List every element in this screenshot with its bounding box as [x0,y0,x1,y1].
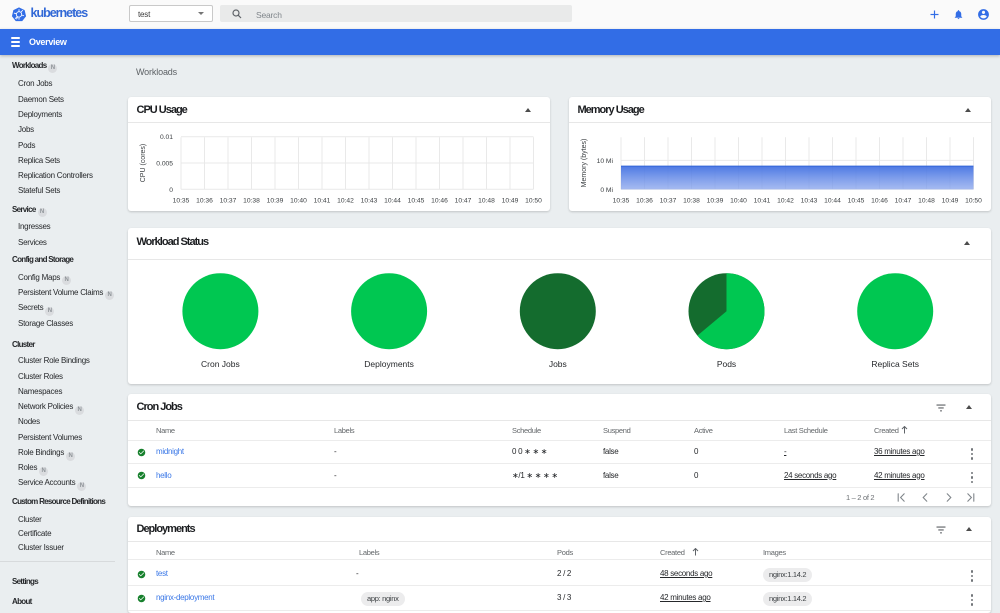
svg-text:10:39: 10:39 [707,198,724,205]
svg-text:0.005: 0.005 [156,161,173,168]
svg-text:0.01: 0.01 [160,134,173,141]
svg-text:10:49: 10:49 [502,198,519,205]
svg-text:10:41: 10:41 [314,198,331,205]
svg-text:10:48: 10:48 [478,198,495,205]
svg-text:10:37: 10:37 [660,198,677,205]
svg-text:0 Mi: 0 Mi [600,187,613,194]
svg-text:10:40: 10:40 [730,198,747,205]
svg-text:10:48: 10:48 [918,198,935,205]
svg-text:10:41: 10:41 [754,198,771,205]
svg-text:10:38: 10:38 [683,198,700,205]
svg-text:Memory (bytes): Memory (bytes) [581,139,588,188]
svg-text:10:47: 10:47 [455,198,472,205]
svg-text:CPU (cores): CPU (cores) [140,144,147,183]
svg-text:10:45: 10:45 [408,198,425,205]
svg-text:10:39: 10:39 [267,198,284,205]
svg-text:10:37: 10:37 [220,198,237,205]
svg-text:10:36: 10:36 [196,198,213,205]
svg-text:10:42: 10:42 [777,198,794,205]
svg-text:10:40: 10:40 [290,198,307,205]
svg-text:10:45: 10:45 [848,198,865,205]
svg-text:10 Mi: 10 Mi [597,158,614,165]
svg-text:10:47: 10:47 [895,198,912,205]
svg-text:10:46: 10:46 [431,198,448,205]
svg-text:10:50: 10:50 [525,198,542,205]
svg-text:10:38: 10:38 [243,198,260,205]
svg-text:10:49: 10:49 [942,198,959,205]
svg-text:10:36: 10:36 [636,198,653,205]
svg-text:10:46: 10:46 [871,198,888,205]
svg-text:10:35: 10:35 [173,198,190,205]
svg-text:10:50: 10:50 [965,198,982,205]
svg-text:10:35: 10:35 [613,198,630,205]
svg-text:10:42: 10:42 [337,198,354,205]
svg-text:10:43: 10:43 [361,198,378,205]
svg-text:10:44: 10:44 [384,198,401,205]
svg-text:10:44: 10:44 [824,198,841,205]
svg-text:10:43: 10:43 [801,198,818,205]
svg-text:0: 0 [169,187,173,194]
